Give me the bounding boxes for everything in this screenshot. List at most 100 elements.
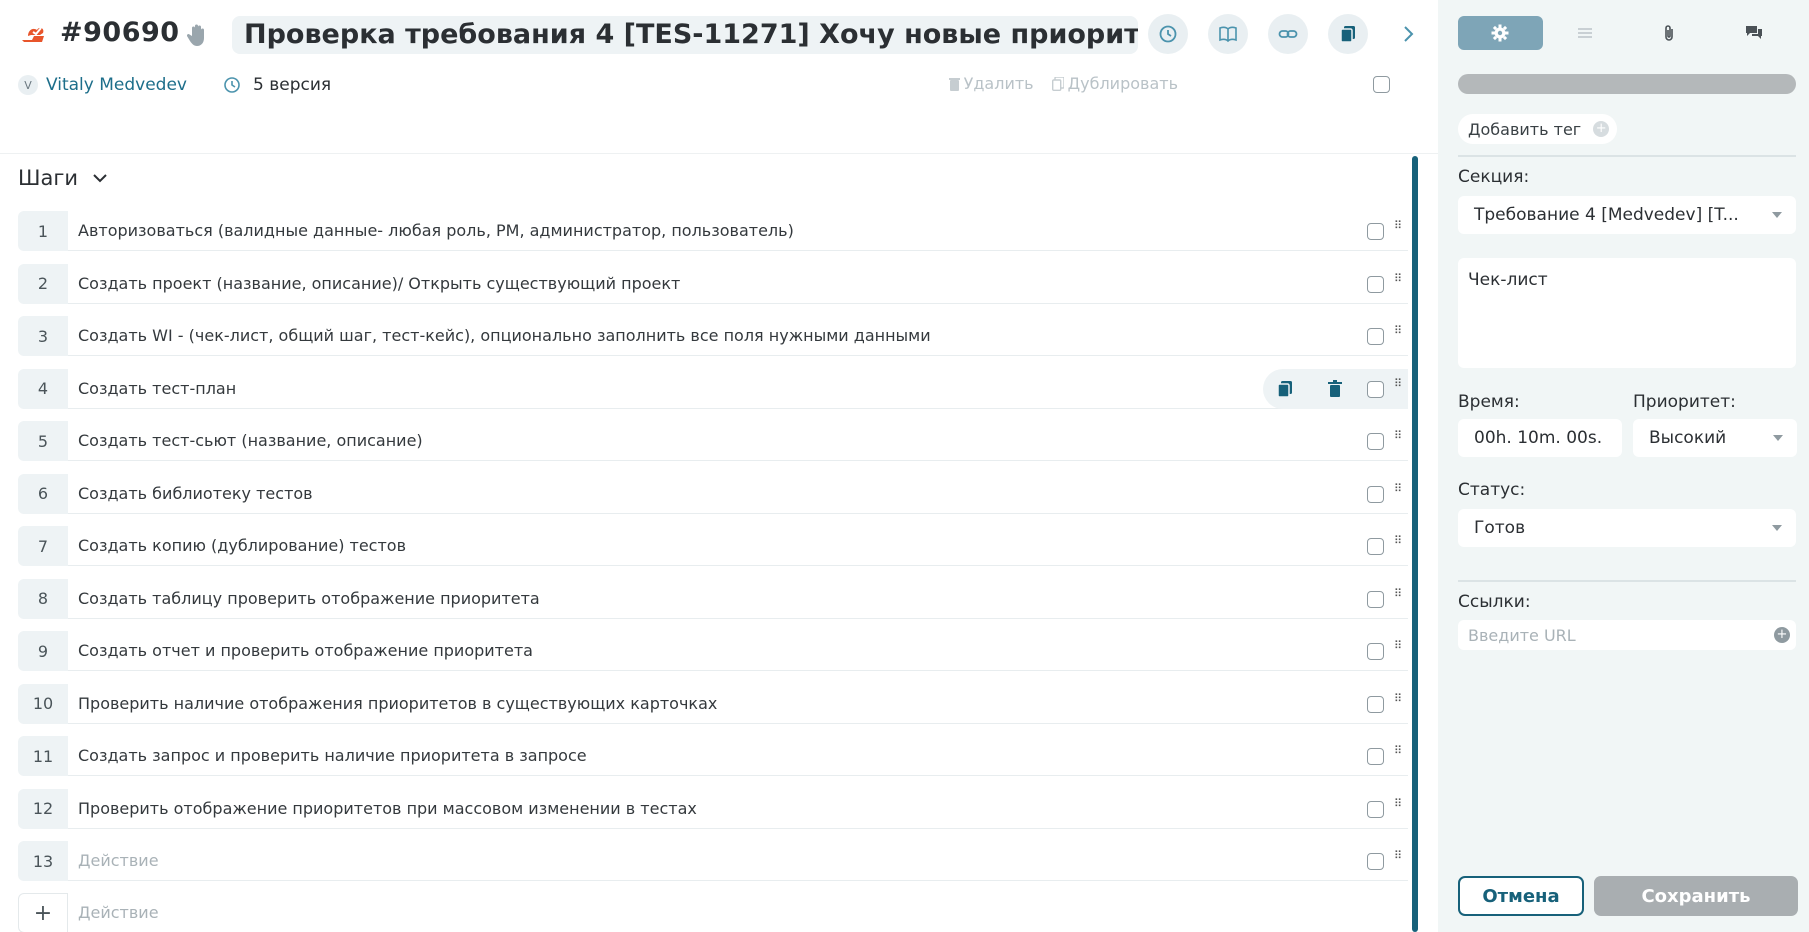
step-text[interactable]: Создать проект (название, описание)/ Отк… xyxy=(68,264,1408,304)
history-button[interactable] xyxy=(1148,14,1188,54)
step-text[interactable]: Создать запрос и проверить наличие приор… xyxy=(68,736,1408,776)
step-checkbox[interactable] xyxy=(1367,800,1384,818)
step-checkbox[interactable] xyxy=(1367,748,1384,765)
tab-description[interactable] xyxy=(1543,16,1628,50)
drag-handle-icon[interactable]: ⠿ xyxy=(1394,325,1402,344)
drag-handle-icon[interactable]: ⠿ xyxy=(1394,693,1402,712)
step-row[interactable]: 7 Создать копию (дублирование) тестов ⠿ xyxy=(18,526,1408,566)
drag-handle-icon[interactable]: ⠿ xyxy=(1394,220,1402,239)
step-row[interactable]: 3 Создать WI - (чек-лист, общий шаг, тес… xyxy=(18,316,1408,356)
step-row-hovered[interactable]: 4 Создать тест-план ⠿ xyxy=(18,368,1408,409)
add-step-placeholder[interactable]: Действие xyxy=(78,903,159,922)
add-tag-label: Добавить тег xyxy=(1468,119,1582,139)
step-number: 13 xyxy=(18,841,68,881)
save-button[interactable]: Сохранить xyxy=(1594,876,1798,916)
step-row[interactable]: 10 Проверить наличие отображения приорит… xyxy=(18,683,1408,724)
section-select[interactable]: Требование 4 [Medvedev] [T... xyxy=(1458,196,1796,234)
drag-handle-icon[interactable]: ⠿ xyxy=(1394,483,1402,502)
title-input[interactable]: Проверка требования 4 [TES-11271] Хочу н… xyxy=(232,16,1138,54)
select-all-checkbox[interactable] xyxy=(1373,76,1390,93)
drag-handle-icon[interactable]: ⠿ xyxy=(1394,850,1402,869)
step-row-empty[interactable]: 13 Действие ⠿ xyxy=(18,841,1408,881)
time-input[interactable]: 00h. 10m. 00s. xyxy=(1458,419,1622,457)
step-checkbox[interactable] xyxy=(1367,223,1384,240)
type-field[interactable]: Чек-лист xyxy=(1458,258,1796,368)
step-text[interactable]: Создать тест-сьют (название, описание) xyxy=(68,421,1408,461)
step-text-placeholder[interactable]: Действие xyxy=(68,841,1408,881)
tab-comments[interactable] xyxy=(1712,16,1797,50)
priority-label: Приоритет: xyxy=(1633,392,1736,412)
add-step-row[interactable]: + Действие xyxy=(18,893,1408,932)
step-text[interactable]: Проверить отображение приоритетов при ма… xyxy=(68,789,1408,829)
step-row[interactable]: 8 Создать таблицу проверить отображение … xyxy=(18,578,1408,619)
drag-handle-icon[interactable]: ⠿ xyxy=(1394,745,1402,764)
add-step-button[interactable]: + xyxy=(18,893,68,932)
comments-icon xyxy=(1745,26,1762,39)
author-link[interactable]: Vitaly Medvedev xyxy=(46,75,187,95)
cancel-button[interactable]: Отмена xyxy=(1458,876,1584,916)
app-logo-icon xyxy=(22,27,44,42)
link-icon xyxy=(1278,30,1298,38)
step-row[interactable]: 9 Создать отчет и проверить отображение … xyxy=(18,631,1408,671)
step-checkbox[interactable] xyxy=(1367,433,1384,450)
copy-icon xyxy=(1340,26,1355,43)
step-row[interactable]: 2 Создать проект (название, описание)/ О… xyxy=(18,263,1408,304)
drag-handle-icon[interactable]: ⠿ xyxy=(1394,273,1402,292)
drag-handle-icon[interactable]: ⠿ xyxy=(1394,378,1402,397)
drag-handle-icon[interactable]: ⠿ xyxy=(1394,535,1402,554)
step-row[interactable]: 12 Проверить отображение приоритетов при… xyxy=(18,788,1408,829)
delete-button[interactable]: Удалить xyxy=(948,74,1034,93)
section-value: Требование 4 [Medvedev] [T... xyxy=(1474,205,1739,225)
hand-icon[interactable] xyxy=(186,22,208,48)
divider xyxy=(1458,155,1796,157)
step-row[interactable]: 6 Создать библиотеку тестов ⠿ xyxy=(18,473,1408,514)
step-text[interactable]: Создать отчет и проверить отображение пр… xyxy=(68,631,1408,671)
step-row[interactable]: 1 Авторизоваться (валидные данные- любая… xyxy=(18,211,1408,251)
steps-section-header[interactable]: Шаги xyxy=(18,166,110,190)
url-placeholder: Введите URL xyxy=(1468,625,1576,645)
step-checkbox[interactable] xyxy=(1367,538,1384,555)
drag-handle-icon[interactable]: ⠿ xyxy=(1394,588,1402,607)
status-value: Готов xyxy=(1474,518,1526,538)
copy-button[interactable] xyxy=(1328,14,1368,54)
step-checkbox[interactable] xyxy=(1367,590,1384,608)
step-checkbox[interactable] xyxy=(1367,485,1384,503)
step-checkbox[interactable] xyxy=(1367,695,1384,713)
step-checkbox[interactable] xyxy=(1367,853,1384,870)
trash-icon xyxy=(948,77,960,91)
drag-handle-icon[interactable]: ⠿ xyxy=(1394,430,1402,449)
version-clock-icon xyxy=(224,77,240,93)
delete-step-icon[interactable] xyxy=(1325,379,1345,399)
section-label: Секция: xyxy=(1458,167,1530,187)
url-input[interactable]: Введите URL + xyxy=(1458,620,1796,650)
step-text[interactable]: Создать копию (дублирование) тестов xyxy=(68,526,1408,566)
library-button[interactable] xyxy=(1208,14,1248,54)
step-text[interactable]: Создать библиотеку тестов xyxy=(68,474,1408,514)
step-text[interactable]: Создать таблицу проверить отображение пр… xyxy=(68,579,1408,619)
step-checkbox[interactable] xyxy=(1367,275,1384,293)
step-text[interactable]: Создать тест-план xyxy=(68,369,1408,409)
step-text[interactable]: Авторизоваться (валидные данные- любая р… xyxy=(68,211,1408,251)
priority-select[interactable]: Высокий xyxy=(1633,419,1797,457)
step-checkbox[interactable] xyxy=(1367,643,1384,660)
step-row[interactable]: 5 Создать тест-сьют (название, описание)… xyxy=(18,421,1408,461)
duplicate-button[interactable]: Дублировать xyxy=(1051,74,1178,93)
add-tag-button[interactable]: Добавить тег + xyxy=(1458,114,1618,144)
step-row[interactable]: 11 Создать запрос и проверить наличие пр… xyxy=(18,736,1408,776)
tab-attachments[interactable] xyxy=(1627,16,1712,50)
scrollbar[interactable] xyxy=(1412,156,1418,932)
step-text[interactable]: Создать WI - (чек-лист, общий шаг, тест-… xyxy=(68,316,1408,356)
chevron-right-icon[interactable] xyxy=(1396,22,1420,46)
version-label[interactable]: 5 версия xyxy=(253,75,331,95)
drag-handle-icon[interactable]: ⠿ xyxy=(1394,798,1402,817)
drag-handle-icon[interactable]: ⠿ xyxy=(1394,640,1402,659)
step-number: 1 xyxy=(18,211,68,251)
step-text[interactable]: Проверить наличие отображения приоритето… xyxy=(68,684,1408,724)
copy-step-icon[interactable] xyxy=(1275,379,1295,399)
add-url-icon[interactable]: + xyxy=(1774,627,1790,643)
step-checkbox[interactable] xyxy=(1367,328,1384,345)
tab-settings[interactable] xyxy=(1458,16,1543,50)
step-checkbox[interactable] xyxy=(1367,380,1384,398)
link-button[interactable] xyxy=(1268,14,1308,54)
status-select[interactable]: Готов xyxy=(1458,509,1796,547)
